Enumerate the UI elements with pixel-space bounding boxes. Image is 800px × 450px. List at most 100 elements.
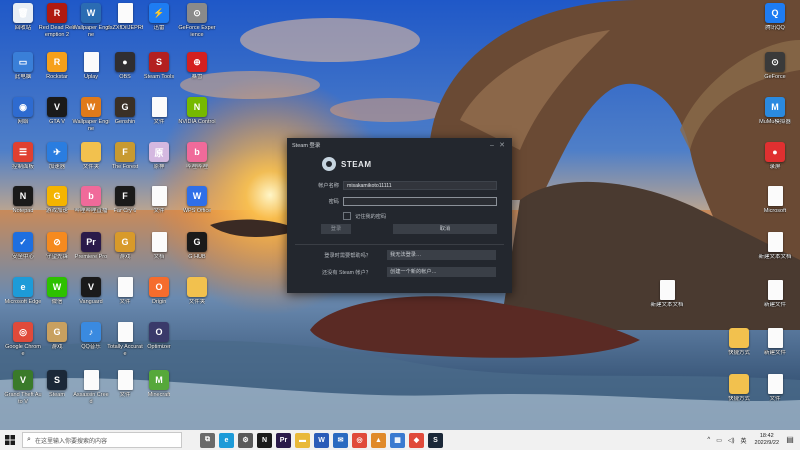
mail-icon[interactable]: ✉ xyxy=(333,432,348,448)
desktop-icon[interactable]: 文件 xyxy=(106,370,144,418)
desktop-icon[interactable]: N NVIDIA Control xyxy=(178,97,216,145)
desktop-icon[interactable]: Pr Premiere Pro xyxy=(72,232,110,280)
premiere-icon[interactable]: Pr xyxy=(276,432,291,448)
location-icon[interactable]: ◆ xyxy=(409,432,424,448)
desktop-icon[interactable]: G Genshin xyxy=(106,97,144,145)
desktop-icon[interactable]: 新建文件 xyxy=(756,280,794,328)
desktop-icon[interactable]: N Notepad xyxy=(4,186,42,234)
desktop-icon[interactable]: 文档 xyxy=(140,232,178,280)
edge-icon[interactable]: e xyxy=(219,432,234,448)
desktop-icon[interactable]: b 哔哩哔哩 xyxy=(178,142,216,190)
desktop-icon[interactable]: 文件 xyxy=(106,277,144,325)
desktop-icon[interactable]: ⊙ GeForce Experience xyxy=(178,3,216,51)
desktop-icon[interactable]: ⚡ 迅雷 xyxy=(140,3,178,51)
checkbox-box[interactable] xyxy=(343,212,351,220)
desktop-icon-label: 文件夹 xyxy=(188,299,206,305)
store-icon[interactable]: ▦ xyxy=(390,432,405,448)
close-icon[interactable]: ✕ xyxy=(497,141,507,149)
desktop-icon[interactable]: Assassin Creed xyxy=(72,370,110,418)
desktop-icon[interactable]: 文件 xyxy=(756,374,794,422)
desktop-icon[interactable]: M Minecraft xyxy=(140,370,178,418)
desktop-icon[interactable]: 🗑 回收站 xyxy=(4,3,42,51)
create-account-button[interactable]: 创建一个新的帐户… xyxy=(387,267,496,277)
desktop-icon[interactable]: W Wallpaper Engine xyxy=(72,3,110,51)
desktop-icon[interactable]: ▭ 此电脑 xyxy=(4,52,42,100)
desktop-icon[interactable]: ◎ Google Chrome xyxy=(4,322,42,370)
desktop-icon[interactable]: V GTA V xyxy=(38,97,76,145)
desktop-icon[interactable]: 原原神 xyxy=(140,142,178,190)
desktop-icon[interactable]: Q 腾讯QQ xyxy=(756,3,794,51)
desktop-icon[interactable]: 快捷方式 xyxy=(720,374,758,422)
desktop-icon[interactable]: 快捷方式 xyxy=(720,328,758,376)
notepad-icon[interactable]: N xyxy=(257,432,272,448)
desktop-icon[interactable]: 文件夹 xyxy=(72,142,110,190)
desktop-icon[interactable]: G 游戏 xyxy=(38,322,76,370)
desktop-icon[interactable]: G 游戏加速 xyxy=(38,186,76,234)
desktop-icon[interactable]: ✓ 安全中心 xyxy=(4,232,42,280)
desktop-icon[interactable]: V Vanguard xyxy=(72,277,110,325)
desktop-icon[interactable]: 文件 xyxy=(140,97,178,145)
desktop-icon-label: 哔哩哔哩直播 xyxy=(74,208,108,214)
desktop-icon[interactable]: G G HUB xyxy=(178,232,216,280)
app-icon[interactable]: ▲ xyxy=(371,432,386,448)
task-view-icon[interactable]: ⧉ xyxy=(200,432,215,448)
desktop-icon[interactable]: O Optimizer xyxy=(140,322,178,370)
desktop-icon[interactable]: Microsoft xyxy=(756,186,794,234)
desktop-icon[interactable]: ⊙ GeForce xyxy=(756,52,794,100)
desktop-icon-label: 新建文件 xyxy=(763,350,786,356)
app-icon: ◉ xyxy=(13,97,33,117)
desktop-icon[interactable]: ✈ 加速器 xyxy=(38,142,76,190)
desktop-icon[interactable]: W WPS Office xyxy=(178,186,216,234)
desktop-icon[interactable]: S Steam xyxy=(38,370,76,418)
desktop-icon[interactable]: 文件夹 xyxy=(178,277,216,325)
desktop-icon[interactable]: e Microsoft Edge xyxy=(4,277,42,325)
desktop-icon[interactable]: V Grand Theft Auto V xyxy=(4,370,42,418)
chrome-icon[interactable]: ◎ xyxy=(352,432,367,448)
desktop-icon[interactable]: O Origin xyxy=(140,277,178,325)
steam-titlebar[interactable]: Steam 登录 – ✕ xyxy=(287,138,512,152)
desktop-icon[interactable]: 新建文件 xyxy=(756,328,794,376)
start-button[interactable] xyxy=(0,430,20,450)
word-icon[interactable]: W xyxy=(314,432,329,448)
cannot-login-button[interactable]: 我无法登录… xyxy=(387,250,496,260)
desktop-icon[interactable]: W Wallpaper Engine xyxy=(72,97,110,145)
steam-icon[interactable]: S xyxy=(428,432,443,448)
file-explorer-icon[interactable]: ▬ xyxy=(295,432,310,448)
minimize-icon[interactable]: – xyxy=(487,142,497,149)
input-language[interactable]: 英 xyxy=(741,436,747,445)
desktop-icon[interactable]: F Far Cry 6 xyxy=(106,186,144,234)
desktop-icon[interactable]: 新建文本文档 xyxy=(648,280,686,328)
login-button[interactable]: 登录 xyxy=(321,224,351,234)
tray-expand-icon[interactable]: ^ xyxy=(707,437,710,443)
account-name-input[interactable]: misakamikoto11111 xyxy=(343,180,497,190)
desktop-icon[interactable]: ⊕ 暴雪 xyxy=(178,52,216,100)
desktop-icon[interactable]: M MuMu模拟器 xyxy=(756,97,794,145)
desktop-icon[interactable]: G 游戏 xyxy=(106,232,144,280)
desktop-icon[interactable]: S Steam Tools xyxy=(140,52,178,100)
desktop-icon[interactable]: W 微信 xyxy=(38,277,76,325)
taskbar-search-box[interactable]: ⌕ 在这里输入你要搜索的内容 xyxy=(22,432,182,448)
desktop-icon[interactable]: ● 录屏 xyxy=(756,142,794,190)
desktop-icon[interactable]: R Red Dead Redemption 2 xyxy=(38,3,76,51)
settings-icon[interactable]: ⚙ xyxy=(238,432,253,448)
volume-icon[interactable]: ◁) xyxy=(728,437,735,444)
desktop-icon[interactable]: dsZXfDiIJEPRf xyxy=(106,3,144,51)
remember-password-checkbox[interactable]: 记住我的密码 xyxy=(343,212,386,220)
network-icon[interactable]: ▭ xyxy=(716,437,722,444)
desktop-icon[interactable]: ◉ 网络 xyxy=(4,97,42,145)
desktop-icon[interactable]: ⊘ 守望先锋 xyxy=(38,232,76,280)
desktop-icon[interactable]: Totally Accurate xyxy=(106,322,144,370)
desktop-icon[interactable]: Uplay xyxy=(72,52,110,100)
desktop-icon[interactable]: F The Forest xyxy=(106,142,144,190)
desktop-icon[interactable]: 新建文本文档 xyxy=(756,232,794,280)
desktop-icon[interactable]: b 哔哩哔哩直播 xyxy=(72,186,110,234)
desktop-icon[interactable]: 文件 xyxy=(140,186,178,234)
password-input[interactable] xyxy=(343,196,497,206)
desktop-icon[interactable]: R Rockstar xyxy=(38,52,76,100)
clock[interactable]: 18:42 2022/9/22 xyxy=(755,433,779,447)
desktop-icon[interactable]: ● OBS xyxy=(106,52,144,100)
desktop-icon[interactable]: ♪ QQ音乐 xyxy=(72,322,110,370)
desktop-icon[interactable]: ☰ 控制面板 xyxy=(4,142,42,190)
cancel-button[interactable]: 取消 xyxy=(393,224,497,234)
notification-icon[interactable]: ▤ xyxy=(784,434,796,446)
